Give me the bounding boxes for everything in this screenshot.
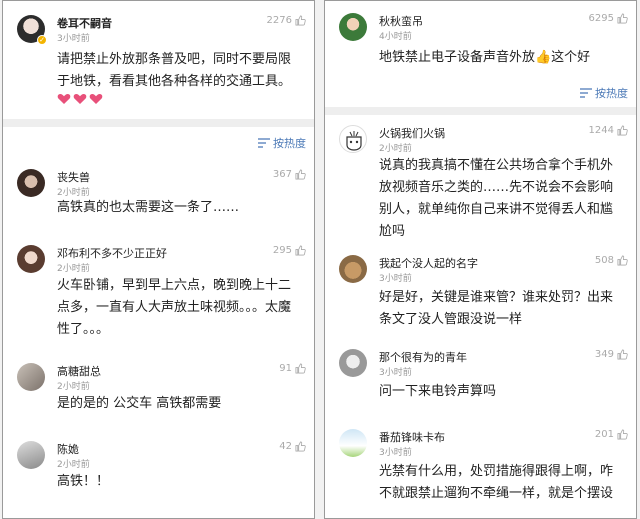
thumbs-up-icon	[617, 429, 628, 440]
timestamp: 4小时前	[379, 32, 412, 42]
sort-icon	[258, 138, 270, 148]
thumbs-up-icon	[295, 169, 306, 180]
comment-text: 请把禁止外放那条普及吧，同时不要局限于地铁，看看其他各种各样的交通工具。	[57, 52, 292, 89]
list-item: 邓布利不多不少正正好 2小时前 295 火车卧铺，早到早上六点，晚到晚上十二点多…	[3, 233, 314, 353]
sort-bar: 按热度	[325, 79, 636, 107]
sort-button[interactable]: 按热度	[258, 135, 306, 151]
like-count: 2276	[266, 15, 292, 26]
list-item: 我起个没人起的名字 3小时前 508 好是好，关键是谁来管？谁来处罚？出来条文了…	[325, 251, 636, 345]
section-divider	[325, 107, 636, 115]
like-count: 201	[594, 429, 614, 440]
like-button[interactable]: 295	[273, 245, 306, 256]
list-item: 那个很有为的青年 3小时前 349 问一下来电铃声算吗	[325, 345, 636, 425]
heart-icon	[89, 93, 103, 104]
list-item: 丧失兽 2小时前 367 高铁真的也太需要这一条了……	[3, 157, 314, 233]
comment-text: 高铁真的也太需要这一条了……	[57, 200, 240, 215]
avatar[interactable]	[339, 429, 367, 457]
heart-icon	[57, 93, 71, 104]
username[interactable]: 高糖甜总	[57, 363, 101, 379]
top-comment: ✓ 卷耳不嗣音 3小时前 2276 请把禁止外放那条普及吧，同时不要局限于地铁，…	[3, 1, 314, 119]
username[interactable]: 火锅我们火锅	[379, 125, 445, 141]
sort-label: 按热度	[273, 137, 306, 150]
top-comment: 秋秋蛮吊 4小时前 6295 地铁禁止电子设备声音外放👍这个好	[325, 1, 636, 79]
avatar[interactable]	[339, 13, 367, 41]
like-button[interactable]: 2276	[267, 15, 306, 26]
username[interactable]: 陈姽	[57, 441, 79, 457]
timestamp: 3小时前	[379, 368, 412, 378]
thumbs-up-icon	[295, 441, 306, 452]
username[interactable]: 番茄锋味卡布	[379, 429, 445, 445]
verified-badge-icon: ✓	[37, 35, 47, 45]
like-button[interactable]: 349	[595, 349, 628, 360]
like-count: 6295	[588, 13, 614, 24]
comment-text: 光禁有什么用，处罚措施得跟得上啊，咋不就跟禁止遛狗不牵绳一样，就是个摆设	[379, 464, 614, 501]
thumbs-up-icon	[617, 255, 628, 266]
comment-text: 火车卧铺，早到早上六点，晚到晚上十二点多，一直有人大声放土味视频。。。太魔性了。…	[57, 278, 292, 337]
hotpot-mascot-icon	[346, 131, 362, 151]
username[interactable]: 秋秋蛮吊	[379, 13, 423, 29]
comment-text: 是的是的 公交车 高铁都需要	[57, 396, 222, 411]
timestamp: 2小时前	[379, 144, 412, 154]
username[interactable]: 丧失兽	[57, 169, 90, 185]
thumbs-up-icon	[295, 245, 306, 256]
right-comment-panel: 秋秋蛮吊 4小时前 6295 地铁禁止电子设备声音外放👍这个好 按热度 火锅我们…	[324, 0, 637, 519]
left-comment-panel: ✓ 卷耳不嗣音 3小时前 2276 请把禁止外放那条普及吧，同时不要局限于地铁，…	[2, 0, 315, 519]
like-button[interactable]: 1244	[589, 125, 628, 136]
thumbs-up-icon	[617, 125, 628, 136]
like-count: 1244	[588, 125, 614, 136]
list-item: 火锅我们火锅 2小时前 1244 说真的我真搞不懂在公共场合拿个手机外放视频音乐…	[325, 115, 636, 251]
like-button[interactable]: 91	[279, 363, 306, 374]
sort-icon	[580, 88, 592, 98]
timestamp: 2小时前	[57, 382, 90, 392]
like-count: 91	[279, 363, 292, 374]
timestamp: 3小时前	[57, 34, 90, 44]
comment-text: 问一下来电铃声算吗	[379, 384, 497, 399]
like-count: 349	[594, 349, 614, 360]
thumbs-up-icon	[617, 349, 628, 360]
thumbs-up-icon	[295, 363, 306, 374]
section-divider	[3, 119, 314, 127]
timestamp: 3小时前	[379, 448, 412, 458]
list-item: 高糖甜总 2小时前 91 是的是的 公交车 高铁都需要	[3, 353, 314, 429]
avatar[interactable]	[17, 363, 45, 391]
thumbs-up-icon	[617, 13, 628, 24]
list-item: 番茄锋味卡布 3小时前 201 光禁有什么用，处罚措施得跟得上啊，咋不就跟禁止遛…	[325, 425, 636, 518]
username[interactable]: 卷耳不嗣音	[57, 15, 112, 31]
timestamp: 2小时前	[57, 460, 90, 470]
avatar[interactable]	[17, 441, 45, 469]
comment-text: 说真的我真搞不懂在公共场合拿个手机外放视频音乐之类的……先不说会不会影响别人，就…	[379, 158, 614, 239]
comment-text: 地铁禁止电子设备声音外放👍这个好	[379, 50, 591, 65]
comment-text: 好是好，关键是谁来管？谁来处罚？出来条文了没人管跟没说一样	[379, 290, 614, 327]
comment-text: 高铁！！	[57, 474, 110, 489]
like-count: 295	[272, 245, 292, 256]
sort-label: 按热度	[595, 87, 628, 100]
timestamp: 2小时前	[57, 264, 90, 274]
like-count: 42	[279, 441, 292, 452]
username[interactable]: 邓布利不多不少正正好	[57, 245, 167, 261]
like-button[interactable]: 508	[595, 255, 628, 266]
like-button[interactable]: 367	[273, 169, 306, 180]
list-item: 陈姽 2小时前 42 高铁！！	[3, 429, 314, 509]
like-button[interactable]: 6295	[589, 13, 628, 24]
sort-button[interactable]: 按热度	[580, 85, 628, 101]
like-count: 367	[272, 169, 292, 180]
like-count: 508	[594, 255, 614, 266]
sort-bar: 按热度	[3, 127, 314, 157]
username[interactable]: 那个很有为的青年	[379, 349, 467, 365]
avatar[interactable]	[339, 255, 367, 283]
avatar[interactable]	[17, 169, 45, 197]
like-button[interactable]: 201	[595, 429, 628, 440]
avatar[interactable]	[339, 125, 367, 153]
thumbs-up-icon	[295, 15, 306, 26]
heart-emojis	[57, 93, 103, 105]
avatar[interactable]	[17, 245, 45, 273]
timestamp: 3小时前	[379, 274, 412, 284]
username[interactable]: 我起个没人起的名字	[379, 255, 478, 271]
avatar[interactable]	[339, 349, 367, 377]
like-button[interactable]: 42	[279, 441, 306, 452]
heart-icon	[73, 93, 87, 104]
